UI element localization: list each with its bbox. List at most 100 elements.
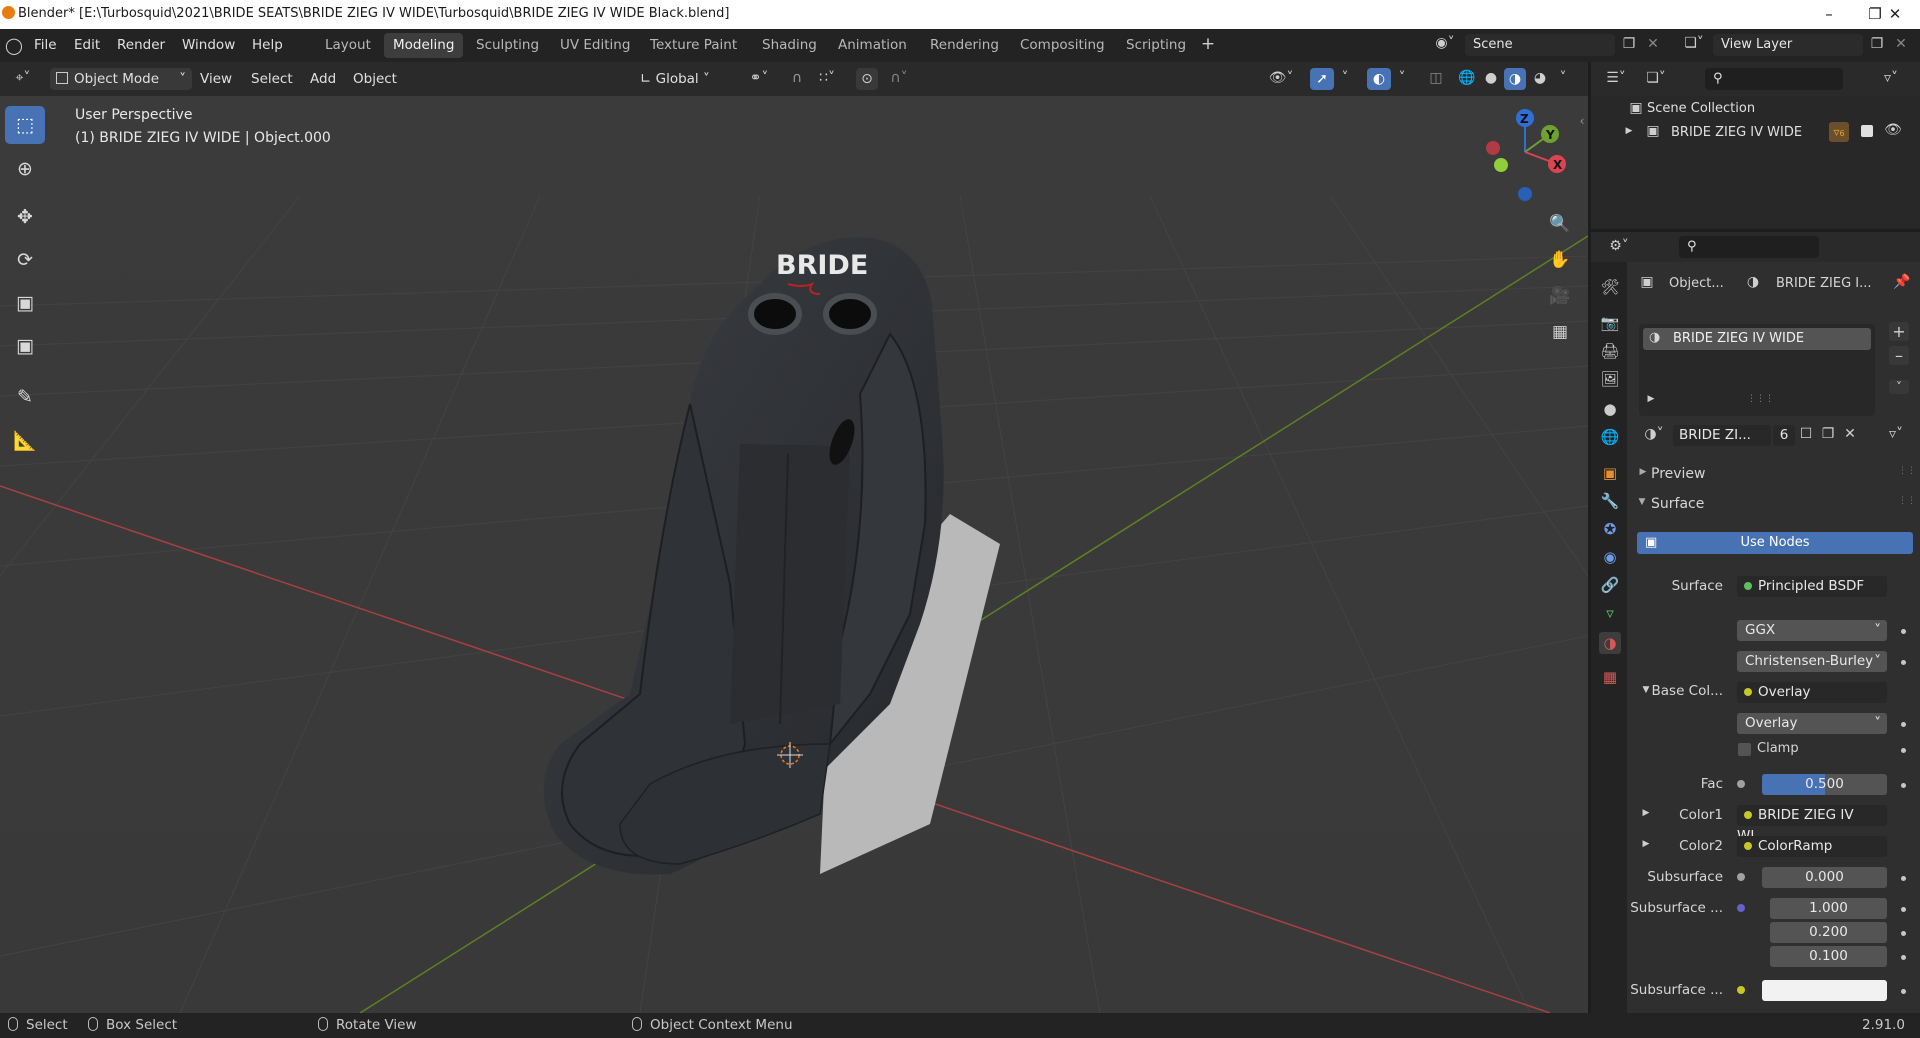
menu-help[interactable]: Help (252, 37, 283, 53)
keyframe-dot[interactable] (1901, 955, 1906, 960)
overlay-menu-icon[interactable]: ˅ (1395, 70, 1409, 86)
seat-model[interactable]: BRIDE (530, 224, 1010, 884)
subsurface-radius-y[interactable]: 0.200 (1770, 922, 1887, 943)
panel-drag-icon[interactable]: ⋮⋮ (1897, 466, 1917, 476)
eye-icon[interactable]: 👁 (1883, 122, 1903, 138)
menu-select[interactable]: Select (245, 68, 299, 90)
tab-compositing[interactable]: Compositing (1011, 33, 1114, 58)
new-scene-icon[interactable]: ❐ (1619, 36, 1639, 52)
view-layer-icon[interactable]: ❏˅ (1679, 35, 1709, 51)
move-tool-icon[interactable]: ✥ (5, 198, 45, 236)
clamp-checkbox[interactable] (1738, 743, 1751, 756)
object-data-badge[interactable]: ▿6 (1829, 122, 1849, 142)
tab-animation[interactable]: Animation (829, 33, 916, 58)
subsurface-radius-z[interactable]: 0.100 (1770, 946, 1887, 967)
object-tab-icon[interactable]: ▣ (1599, 462, 1621, 484)
menu-file[interactable]: File (34, 37, 57, 53)
menu-add[interactable]: Add (304, 68, 342, 90)
mode-selector[interactable]: Object Mode ˅ (50, 68, 192, 90)
navigation-gizmo[interactable]: Z Y X (1475, 104, 1575, 204)
keyframe-dot[interactable] (1901, 748, 1906, 753)
gizmo-menu-icon[interactable]: ˅ (1338, 70, 1352, 86)
scene-tab-icon[interactable]: ● (1599, 398, 1621, 420)
3d-viewport[interactable]: BRIDE User Perspective (1) BRIDE ZIEG IV… (0, 96, 1588, 1013)
subsurface-radius-x[interactable]: 1.000 (1770, 898, 1887, 919)
shading-menu-icon[interactable]: ˅ (1556, 70, 1570, 86)
texture-tab-icon[interactable]: ▦ (1599, 666, 1621, 688)
rotate-tool-icon[interactable]: ⟳ (5, 241, 45, 279)
pivot-icon[interactable]: ⚭˅ (742, 70, 776, 86)
overlay-toggle-icon[interactable]: ◐ (1367, 68, 1391, 90)
delete-view-layer-icon[interactable]: ✕ (1893, 36, 1909, 52)
tab-sculpting[interactable]: Sculpting (467, 33, 548, 58)
surface-collapse-icon[interactable]: ▼ (1636, 497, 1648, 507)
remove-slot-icon[interactable]: – (1889, 346, 1909, 365)
constraints-tab-icon[interactable]: 🔗 (1599, 574, 1621, 596)
delete-scene-icon[interactable]: ✕ (1645, 36, 1661, 52)
particles-tab-icon[interactable]: ✪ (1599, 518, 1621, 540)
transform-orientation[interactable]: ∟ Global ˅ (634, 68, 738, 90)
keyframe-dot[interactable] (1901, 783, 1906, 788)
cursor-tool-icon[interactable]: ⊕ (5, 150, 45, 188)
zoom-icon[interactable]: 🔍 (1547, 214, 1573, 234)
surface-panel-header[interactable]: Surface (1651, 496, 1704, 512)
distribution-dropdown[interactable]: GGX ˅ (1737, 620, 1887, 641)
exclude-checkbox[interactable] (1861, 125, 1873, 137)
use-nodes-button[interactable]: ▣ Use Nodes (1637, 532, 1913, 554)
view-layer-tab-icon[interactable]: 🖼 (1599, 368, 1621, 390)
view-layer-selector[interactable]: View Layer (1713, 34, 1863, 56)
filter-icon[interactable]: ▿˅ (1873, 70, 1909, 86)
outliner-search-input[interactable]: ⚲ (1705, 68, 1843, 90)
expand-arrow-icon[interactable]: ▶ (1623, 126, 1635, 136)
perspective-toggle-icon[interactable]: ▦ (1547, 322, 1573, 342)
unlink-material-icon[interactable]: ✕ (1841, 426, 1859, 442)
modifier-tab-icon[interactable]: 🔧 (1599, 490, 1621, 512)
menu-view[interactable]: View (194, 68, 238, 90)
tab-scripting[interactable]: Scripting (1117, 33, 1195, 58)
scene-collection-label[interactable]: Scene Collection (1647, 101, 1755, 116)
visibility-icon[interactable]: 👁˅ (1266, 70, 1296, 86)
preview-expand-icon[interactable]: ▶ (1637, 467, 1649, 477)
add-workspace-icon[interactable]: + (1198, 34, 1218, 54)
expand-arrow-icon[interactable]: ▶ (1645, 394, 1657, 404)
wireframe-shading-icon[interactable]: 🌐 (1456, 70, 1478, 86)
material-user-count[interactable]: 6 (1773, 425, 1795, 446)
subsurface-method-dropdown[interactable]: Christensen-Burley ˅ (1737, 651, 1887, 672)
browse-material-icon[interactable]: ◑˅ (1637, 426, 1671, 442)
snap-icon[interactable]: ∩ (786, 70, 808, 86)
display-mode-icon[interactable]: ❏˅ (1641, 70, 1671, 86)
fake-user-shield-icon[interactable]: ☐ (1797, 426, 1815, 442)
close-icon[interactable]: ✕ (1872, 3, 1918, 25)
keyframe-dot[interactable] (1901, 989, 1906, 994)
tool-tab-icon[interactable]: 🛠 (1599, 276, 1621, 298)
pin-icon[interactable]: 📌 (1893, 274, 1911, 290)
tab-texture-paint[interactable]: Texture Paint (641, 33, 746, 58)
menu-render[interactable]: Render (117, 37, 165, 53)
keyframe-dot[interactable] (1901, 907, 1906, 912)
color2-field[interactable]: ColorRamp (1737, 836, 1887, 857)
material-tab-icon[interactable]: ◑ (1599, 632, 1621, 654)
tab-rendering[interactable]: Rendering (921, 33, 1008, 58)
preview-panel-header[interactable]: Preview (1651, 466, 1706, 482)
measure-tool-icon[interactable]: 📐 (5, 422, 45, 460)
select-box-tool-icon[interactable]: ⬚ (5, 106, 45, 144)
object-origin-marker[interactable] (775, 740, 805, 770)
falloff-icon[interactable]: ∩˅ (884, 70, 914, 86)
solid-shading-icon[interactable]: ● (1480, 70, 1502, 86)
pan-hand-icon[interactable]: ✋ (1547, 250, 1573, 270)
tab-uv-editing[interactable]: UV Editing (551, 33, 639, 58)
physics-tab-icon[interactable]: ◉ (1599, 546, 1621, 568)
properties-search-input[interactable]: ⚲ (1679, 236, 1819, 258)
annotate-tool-icon[interactable]: ✎ (5, 378, 45, 416)
transform-tool-icon[interactable]: ▣ (5, 327, 45, 365)
sidebar-toggle-icon[interactable]: ‹ (1576, 114, 1588, 128)
fac-slider[interactable]: 0.500 (1762, 774, 1887, 795)
subsurface-color-swatch[interactable] (1762, 980, 1887, 1001)
blender-menu-icon[interactable]: ◯ (4, 36, 24, 55)
render-tab-icon[interactable]: 📷 (1599, 312, 1621, 334)
new-view-layer-icon[interactable]: ❐ (1867, 36, 1887, 52)
minimize-icon[interactable]: – (1806, 3, 1852, 25)
material-name-field[interactable]: BRIDE ZI... (1673, 425, 1771, 446)
keyframe-dot[interactable] (1901, 722, 1906, 727)
subsurface-field[interactable]: 0.000 (1762, 867, 1887, 888)
